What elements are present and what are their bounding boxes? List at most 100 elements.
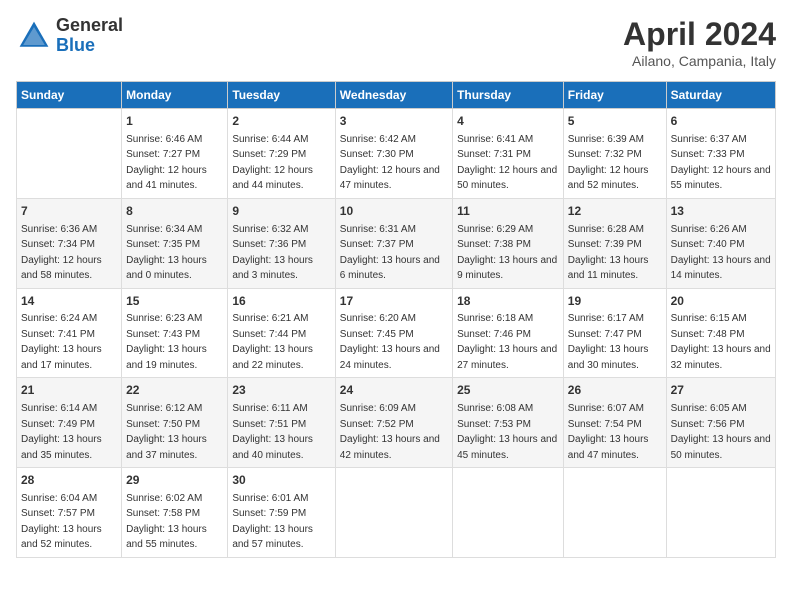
calendar-cell: 11Sunrise: 6:29 AMSunset: 7:38 PMDayligh… bbox=[453, 198, 564, 288]
calendar-cell: 7Sunrise: 6:36 AMSunset: 7:34 PMDaylight… bbox=[17, 198, 122, 288]
cell-info: Sunrise: 6:15 AMSunset: 7:48 PMDaylight:… bbox=[671, 313, 771, 371]
cell-info: Sunrise: 6:12 AMSunset: 7:50 PMDaylight:… bbox=[126, 403, 207, 461]
cell-info: Sunrise: 6:42 AMSunset: 7:30 PMDaylight:… bbox=[340, 134, 440, 192]
weekday-header: Wednesday bbox=[335, 82, 452, 109]
logo: General Blue bbox=[16, 16, 123, 56]
cell-info: Sunrise: 6:39 AMSunset: 7:32 PMDaylight:… bbox=[568, 134, 649, 192]
day-number: 14 bbox=[21, 293, 117, 310]
cell-info: Sunrise: 6:20 AMSunset: 7:45 PMDaylight:… bbox=[340, 313, 440, 371]
cell-info: Sunrise: 6:08 AMSunset: 7:53 PMDaylight:… bbox=[457, 403, 557, 461]
calendar-cell: 25 Sunrise: 6:08 AMSunset: 7:53 PMDayligh… bbox=[453, 378, 564, 468]
cell-info: Sunrise: 6:07 AMSunset: 7:54 PMDaylight:… bbox=[568, 403, 649, 461]
day-number: 1 bbox=[126, 113, 223, 130]
cell-info: Sunrise: 6:26 AMSunset: 7:40 PMDaylight:… bbox=[671, 224, 771, 282]
cell-info: Sunrise: 6:05 AMSunset: 7:56 PMDaylight:… bbox=[671, 403, 771, 461]
day-number: 10 bbox=[340, 203, 448, 220]
calendar-cell: 27Sunrise: 6:05 AMSunset: 7:56 PMDayligh… bbox=[666, 378, 775, 468]
cell-info: Sunrise: 6:46 AMSunset: 7:27 PMDaylight:… bbox=[126, 134, 207, 192]
day-number: 12 bbox=[568, 203, 662, 220]
cell-info: Sunrise: 6:01 AMSunset: 7:59 PMDaylight:… bbox=[232, 493, 313, 551]
weekday-header: Thursday bbox=[453, 82, 564, 109]
calendar-week-row: 21 Sunrise: 6:14 AMSunset: 7:49 PMDayligh… bbox=[17, 378, 776, 468]
day-number: 30 bbox=[232, 472, 330, 489]
calendar-cell: 23Sunrise: 6:11 AMSunset: 7:51 PMDayligh… bbox=[228, 378, 335, 468]
calendar-cell bbox=[17, 109, 122, 199]
cell-info: Sunrise: 6:32 AMSunset: 7:36 PMDaylight:… bbox=[232, 224, 313, 282]
calendar-cell: 5 Sunrise: 6:39 AMSunset: 7:32 PMDaylight… bbox=[563, 109, 666, 199]
day-number: 17 bbox=[340, 293, 448, 310]
cell-info: Sunrise: 6:18 AMSunset: 7:46 PMDaylight:… bbox=[457, 313, 557, 371]
weekday-header: Sunday bbox=[17, 82, 122, 109]
calendar-cell: 16 Sunrise: 6:21 AMSunset: 7:44 PMDayligh… bbox=[228, 288, 335, 378]
logo-text: General Blue bbox=[56, 16, 123, 56]
cell-info: Sunrise: 6:34 AMSunset: 7:35 PMDaylight:… bbox=[126, 224, 207, 282]
weekday-header: Saturday bbox=[666, 82, 775, 109]
calendar-header: SundayMondayTuesdayWednesdayThursdayFrid… bbox=[17, 82, 776, 109]
cell-info: Sunrise: 6:02 AMSunset: 7:58 PMDaylight:… bbox=[126, 493, 207, 551]
calendar-cell: 29 Sunrise: 6:02 AMSunset: 7:58 PMDayligh… bbox=[122, 468, 228, 558]
day-number: 28 bbox=[21, 472, 117, 489]
page-header: General Blue April 2024 Ailano, Campania… bbox=[16, 16, 776, 69]
cell-info: Sunrise: 6:28 AMSunset: 7:39 PMDaylight:… bbox=[568, 224, 649, 282]
cell-info: Sunrise: 6:37 AMSunset: 7:33 PMDaylight:… bbox=[671, 134, 771, 192]
calendar-cell: 26 Sunrise: 6:07 AMSunset: 7:54 PMDayligh… bbox=[563, 378, 666, 468]
weekday-header: Monday bbox=[122, 82, 228, 109]
day-number: 3 bbox=[340, 113, 448, 130]
calendar-cell: 14 Sunrise: 6:24 AMSunset: 7:41 PMDayligh… bbox=[17, 288, 122, 378]
day-number: 24 bbox=[340, 382, 448, 399]
day-number: 16 bbox=[232, 293, 330, 310]
calendar-cell: 8 Sunrise: 6:34 AMSunset: 7:35 PMDaylight… bbox=[122, 198, 228, 288]
cell-info: Sunrise: 6:09 AMSunset: 7:52 PMDaylight:… bbox=[340, 403, 440, 461]
logo-icon bbox=[16, 18, 52, 54]
day-number: 19 bbox=[568, 293, 662, 310]
cell-info: Sunrise: 6:11 AMSunset: 7:51 PMDaylight:… bbox=[232, 403, 313, 461]
calendar-cell: 21 Sunrise: 6:14 AMSunset: 7:49 PMDayligh… bbox=[17, 378, 122, 468]
cell-info: Sunrise: 6:24 AMSunset: 7:41 PMDaylight:… bbox=[21, 313, 102, 371]
calendar-cell: 6Sunrise: 6:37 AMSunset: 7:33 PMDaylight… bbox=[666, 109, 775, 199]
calendar-cell bbox=[563, 468, 666, 558]
cell-info: Sunrise: 6:44 AMSunset: 7:29 PMDaylight:… bbox=[232, 134, 313, 192]
day-number: 22 bbox=[126, 382, 223, 399]
cell-info: Sunrise: 6:04 AMSunset: 7:57 PMDaylight:… bbox=[21, 493, 102, 551]
page-subtitle: Ailano, Campania, Italy bbox=[623, 53, 776, 69]
calendar-cell bbox=[666, 468, 775, 558]
day-number: 8 bbox=[126, 203, 223, 220]
calendar-cell: 17 Sunrise: 6:20 AMSunset: 7:45 PMDayligh… bbox=[335, 288, 452, 378]
calendar-week-row: 1 Sunrise: 6:46 AMSunset: 7:27 PMDaylight… bbox=[17, 109, 776, 199]
day-number: 18 bbox=[457, 293, 559, 310]
cell-info: Sunrise: 6:17 AMSunset: 7:47 PMDaylight:… bbox=[568, 313, 649, 371]
calendar-cell: 10 Sunrise: 6:31 AMSunset: 7:37 PMDayligh… bbox=[335, 198, 452, 288]
cell-info: Sunrise: 6:23 AMSunset: 7:43 PMDaylight:… bbox=[126, 313, 207, 371]
cell-info: Sunrise: 6:14 AMSunset: 7:49 PMDaylight:… bbox=[21, 403, 102, 461]
day-number: 21 bbox=[21, 382, 117, 399]
cell-info: Sunrise: 6:21 AMSunset: 7:44 PMDaylight:… bbox=[232, 313, 313, 371]
calendar-cell: 22 Sunrise: 6:12 AMSunset: 7:50 PMDayligh… bbox=[122, 378, 228, 468]
day-number: 5 bbox=[568, 113, 662, 130]
day-number: 2 bbox=[232, 113, 330, 130]
day-number: 11 bbox=[457, 203, 559, 220]
calendar-cell: 1 Sunrise: 6:46 AMSunset: 7:27 PMDaylight… bbox=[122, 109, 228, 199]
day-number: 4 bbox=[457, 113, 559, 130]
calendar-week-row: 14 Sunrise: 6:24 AMSunset: 7:41 PMDayligh… bbox=[17, 288, 776, 378]
cell-info: Sunrise: 6:41 AMSunset: 7:31 PMDaylight:… bbox=[457, 134, 557, 192]
title-block: April 2024 Ailano, Campania, Italy bbox=[623, 16, 776, 69]
calendar-cell: 9Sunrise: 6:32 AMSunset: 7:36 PMDaylight… bbox=[228, 198, 335, 288]
calendar-cell bbox=[335, 468, 452, 558]
calendar-cell: 24 Sunrise: 6:09 AMSunset: 7:52 PMDayligh… bbox=[335, 378, 452, 468]
calendar-cell: 28 Sunrise: 6:04 AMSunset: 7:57 PMDayligh… bbox=[17, 468, 122, 558]
calendar-cell: 19 Sunrise: 6:17 AMSunset: 7:47 PMDayligh… bbox=[563, 288, 666, 378]
calendar-week-row: 7Sunrise: 6:36 AMSunset: 7:34 PMDaylight… bbox=[17, 198, 776, 288]
calendar-cell: 4 Sunrise: 6:41 AMSunset: 7:31 PMDaylight… bbox=[453, 109, 564, 199]
day-number: 20 bbox=[671, 293, 771, 310]
calendar-cell bbox=[453, 468, 564, 558]
day-number: 25 bbox=[457, 382, 559, 399]
day-number: 26 bbox=[568, 382, 662, 399]
calendar-cell: 15Sunrise: 6:23 AMSunset: 7:43 PMDayligh… bbox=[122, 288, 228, 378]
calendar-cell: 30 Sunrise: 6:01 AMSunset: 7:59 PMDayligh… bbox=[228, 468, 335, 558]
calendar-cell: 12 Sunrise: 6:28 AMSunset: 7:39 PMDayligh… bbox=[563, 198, 666, 288]
cell-info: Sunrise: 6:36 AMSunset: 7:34 PMDaylight:… bbox=[21, 224, 102, 282]
calendar-cell: 3 Sunrise: 6:42 AMSunset: 7:30 PMDaylight… bbox=[335, 109, 452, 199]
cell-info: Sunrise: 6:31 AMSunset: 7:37 PMDaylight:… bbox=[340, 224, 440, 282]
calendar-week-row: 28 Sunrise: 6:04 AMSunset: 7:57 PMDayligh… bbox=[17, 468, 776, 558]
day-number: 29 bbox=[126, 472, 223, 489]
